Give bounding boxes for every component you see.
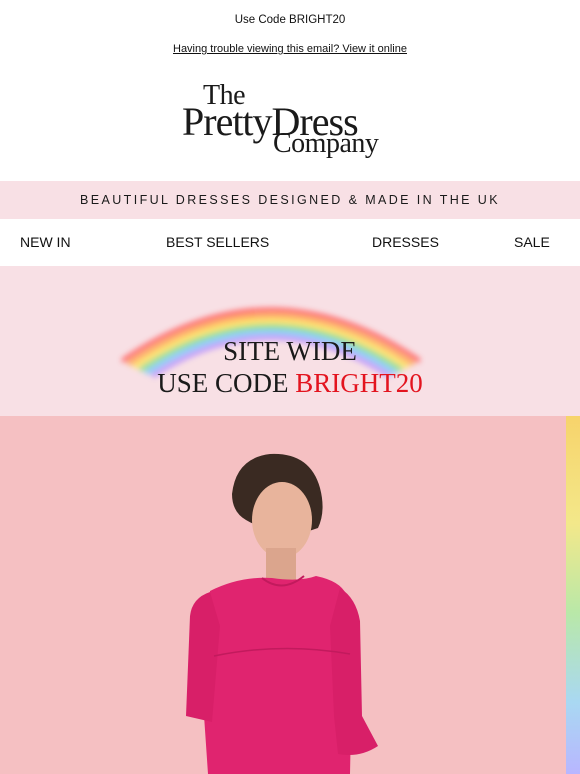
rainbow-strip bbox=[566, 416, 580, 774]
main-nav: NEW IN BEST SELLERS DRESSES SALE bbox=[0, 219, 580, 266]
dress-right-sleeve bbox=[330, 588, 378, 755]
neck-shape bbox=[266, 548, 296, 582]
nav-item-best-sellers[interactable]: BEST SELLERS bbox=[166, 219, 269, 266]
nav-item-new-in[interactable]: NEW IN bbox=[20, 219, 71, 266]
hero-image[interactable] bbox=[0, 416, 580, 774]
model-in-pink-dress-illustration bbox=[186, 416, 580, 774]
view-online-line: Having trouble viewing this email? View … bbox=[0, 43, 580, 55]
nav-item-dresses[interactable]: DRESSES bbox=[372, 219, 439, 266]
promo-headline: SITE WIDE bbox=[223, 336, 357, 366]
tagline-banner: BEAUTIFUL DRESSES DESIGNED & MADE IN THE… bbox=[0, 181, 580, 219]
dress-body bbox=[202, 576, 352, 774]
promo-code-line: USE CODE BRIGHT20 bbox=[0, 368, 580, 399]
promo-code-prefix: USE CODE bbox=[157, 368, 296, 398]
view-online-link[interactable]: Having trouble viewing this email? View … bbox=[173, 43, 407, 55]
preheader-text: Use Code BRIGHT20 bbox=[234, 14, 346, 26]
brand-logo[interactable]: The PrettyDress Company bbox=[0, 80, 580, 164]
nav-item-sale[interactable]: SALE bbox=[514, 219, 550, 266]
logo-line-company: Company bbox=[273, 128, 379, 159]
promo-banner[interactable]: SITE WIDE USE CODE BRIGHT20 bbox=[0, 266, 580, 416]
face-shape bbox=[252, 482, 312, 558]
promo-code: BRIGHT20 bbox=[295, 368, 423, 398]
